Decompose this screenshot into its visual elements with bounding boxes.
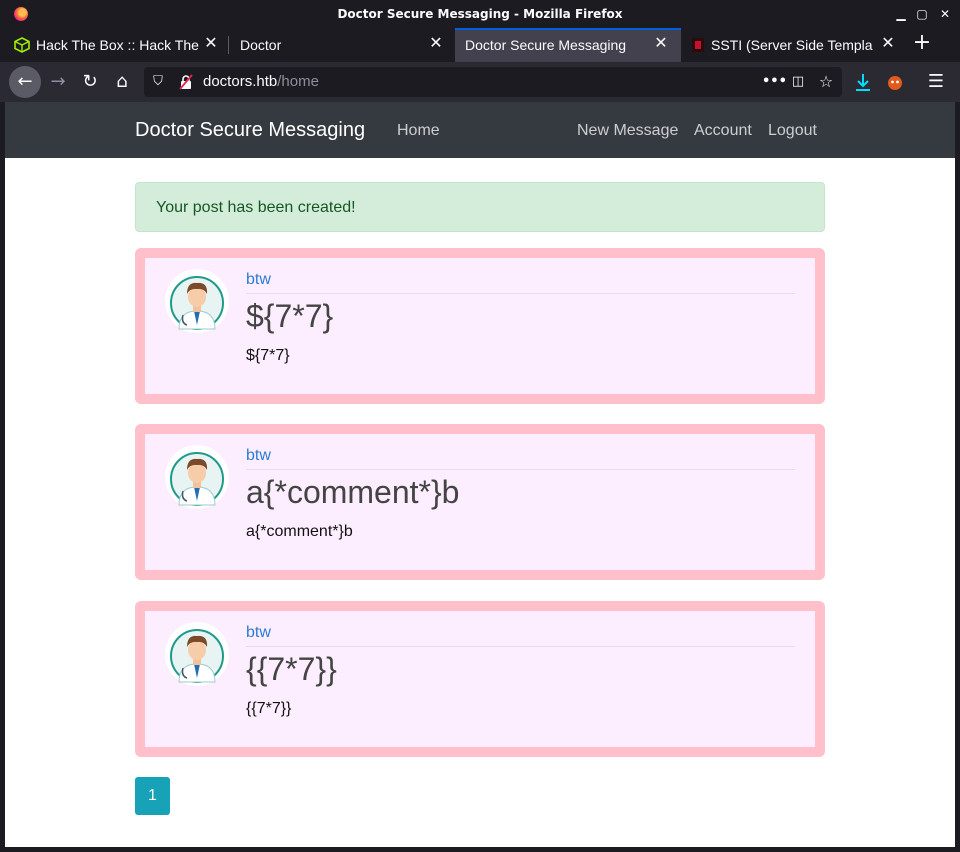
page-viewport: Doctor Secure Messaging Home New Message… bbox=[5, 102, 955, 847]
new-tab-button[interactable]: + bbox=[910, 32, 934, 56]
doctor-avatar-icon bbox=[165, 269, 229, 333]
post-title[interactable]: ${7*7} bbox=[246, 298, 333, 335]
post-content: {{7*7}} bbox=[246, 700, 292, 717]
url-text: doctors.htb/home bbox=[203, 73, 319, 90]
home-button[interactable]: ⌂ bbox=[106, 66, 138, 98]
tab-label: Doctor bbox=[240, 37, 282, 53]
url-path: /home bbox=[277, 73, 319, 90]
post-divider bbox=[246, 469, 795, 470]
tab-close-icon[interactable]: ✕ bbox=[428, 36, 444, 52]
foxyproxy-icon[interactable] bbox=[879, 66, 911, 98]
tab-close-icon[interactable]: ✕ bbox=[880, 36, 896, 52]
pagination-page-1[interactable]: 1 bbox=[135, 777, 170, 815]
url-bar[interactable]: ⛉ doctors.htb/home ••• ◫ ☆ bbox=[144, 67, 842, 97]
window-titlebar: Doctor Secure Messaging - Mozilla Firefo… bbox=[0, 0, 960, 28]
site-brand[interactable]: Doctor Secure Messaging bbox=[135, 119, 365, 142]
url-host: doctors.htb bbox=[203, 73, 278, 90]
doctor-avatar-icon bbox=[165, 622, 229, 686]
post-title[interactable]: a{*comment*}b bbox=[246, 474, 459, 511]
close-window-icon[interactable]: ✕ bbox=[937, 6, 953, 22]
downloads-icon[interactable] bbox=[847, 66, 879, 98]
window-title: Doctor Secure Messaging - Mozilla Firefo… bbox=[337, 7, 623, 21]
htb-cube-icon bbox=[14, 37, 30, 53]
minimize-icon[interactable]: ▁ bbox=[893, 6, 909, 22]
page-actions-icon[interactable]: ••• bbox=[762, 74, 787, 90]
bookmark-star-icon[interactable]: ☆ bbox=[818, 74, 834, 90]
nav-logout-link[interactable]: Logout bbox=[768, 122, 817, 140]
tab-bar: Hack The Box :: Hack The ✕ Doctor ✕ Doct… bbox=[0, 28, 960, 62]
tab-label: Hack The Box :: Hack The bbox=[36, 37, 199, 53]
tab-close-icon[interactable]: ✕ bbox=[203, 36, 219, 52]
nav-account-link[interactable]: Account bbox=[694, 122, 752, 140]
site-navbar: Doctor Secure Messaging Home New Message… bbox=[5, 102, 955, 158]
doctor-avatar-icon bbox=[165, 445, 229, 509]
post-content: a{*comment*}b bbox=[246, 523, 353, 540]
post-author-link[interactable]: btw bbox=[246, 271, 271, 289]
post-card: btw a{*comment*}b a{*comment*}b bbox=[135, 424, 825, 580]
reload-button[interactable]: ↻ bbox=[74, 66, 106, 98]
pocket-icon[interactable]: ◫ bbox=[790, 74, 806, 90]
menu-hamburger-icon[interactable]: ☰ bbox=[920, 66, 952, 98]
tab-label: Doctor Secure Messaging bbox=[465, 37, 627, 53]
post-card: btw {{7*7}} {{7*7}} bbox=[135, 601, 825, 757]
tab-doctor[interactable]: Doctor ✕ bbox=[229, 28, 454, 62]
browser-toolbar: ← → ↻ ⌂ ⛉ doctors.htb/home ••• ◫ ☆ ☰ bbox=[0, 62, 960, 102]
tab-close-icon[interactable]: ✕ bbox=[653, 36, 669, 52]
insecure-lock-icon[interactable] bbox=[178, 74, 194, 90]
success-alert: Your post has been created! bbox=[135, 182, 825, 232]
post-title[interactable]: {{7*7}} bbox=[246, 651, 337, 688]
tab-hackthebox[interactable]: Hack The Box :: Hack The ✕ bbox=[0, 28, 228, 62]
maximize-icon[interactable]: ▢ bbox=[914, 6, 930, 22]
nav-home-link[interactable]: Home bbox=[397, 122, 440, 140]
hacktricks-icon bbox=[692, 38, 704, 52]
post-author-link[interactable]: btw bbox=[246, 624, 271, 642]
back-button[interactable]: ← bbox=[9, 66, 41, 98]
forward-button[interactable]: → bbox=[42, 66, 74, 98]
post-author-link[interactable]: btw bbox=[246, 447, 271, 465]
post-card: btw ${7*7} ${7*7} bbox=[135, 248, 825, 404]
nav-new-message-link[interactable]: New Message bbox=[577, 122, 678, 140]
post-content: ${7*7} bbox=[246, 347, 290, 364]
tab-label: SSTI (Server Side Templa bbox=[711, 37, 873, 53]
tab-doctor-secure-messaging[interactable]: Doctor Secure Messaging ✕ bbox=[455, 28, 681, 62]
tab-ssti[interactable]: SSTI (Server Side Templa ✕ bbox=[682, 28, 904, 62]
post-divider bbox=[246, 646, 795, 647]
post-divider bbox=[246, 293, 795, 294]
tracking-shield-icon[interactable]: ⛉ bbox=[150, 74, 166, 90]
